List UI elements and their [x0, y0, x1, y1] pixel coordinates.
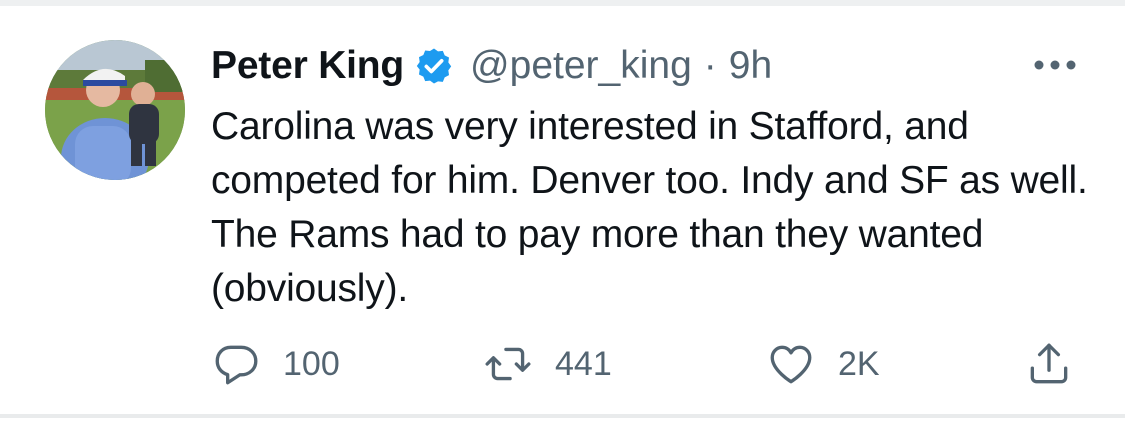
more-options-button[interactable]: [1030, 50, 1080, 80]
reply-count: 100: [283, 344, 340, 383]
tweet-text: Carolina was very interested in Stafford…: [211, 105, 1088, 310]
retweet-button[interactable]: 441: [483, 336, 612, 392]
heart-icon: [766, 339, 816, 389]
share-icon: [1024, 339, 1074, 389]
tweet-header: Peter King @peter_king · 9h: [211, 40, 772, 92]
author-handle[interactable]: @peter_king: [470, 40, 692, 92]
bottom-divider: [0, 414, 1125, 418]
more-dots-icon: [1033, 59, 1077, 71]
avatar[interactable]: [45, 40, 185, 180]
reply-button[interactable]: 100: [211, 336, 340, 392]
separator-dot: ·: [703, 44, 717, 87]
author-name[interactable]: Peter King: [211, 40, 404, 92]
reply-bubble-icon: [211, 339, 261, 389]
tweet[interactable]: Peter King @peter_king · 9h Carolina was…: [0, 6, 1125, 414]
timestamp[interactable]: 9h: [729, 40, 772, 92]
like-count: 2K: [838, 344, 880, 383]
retweet-icon: [483, 339, 533, 389]
tweet-actions: 100 441 2K: [211, 336, 1081, 392]
share-button[interactable]: [1024, 336, 1074, 392]
verified-badge-icon: [414, 46, 454, 86]
like-button[interactable]: 2K: [766, 336, 880, 392]
retweet-count: 441: [555, 344, 612, 383]
